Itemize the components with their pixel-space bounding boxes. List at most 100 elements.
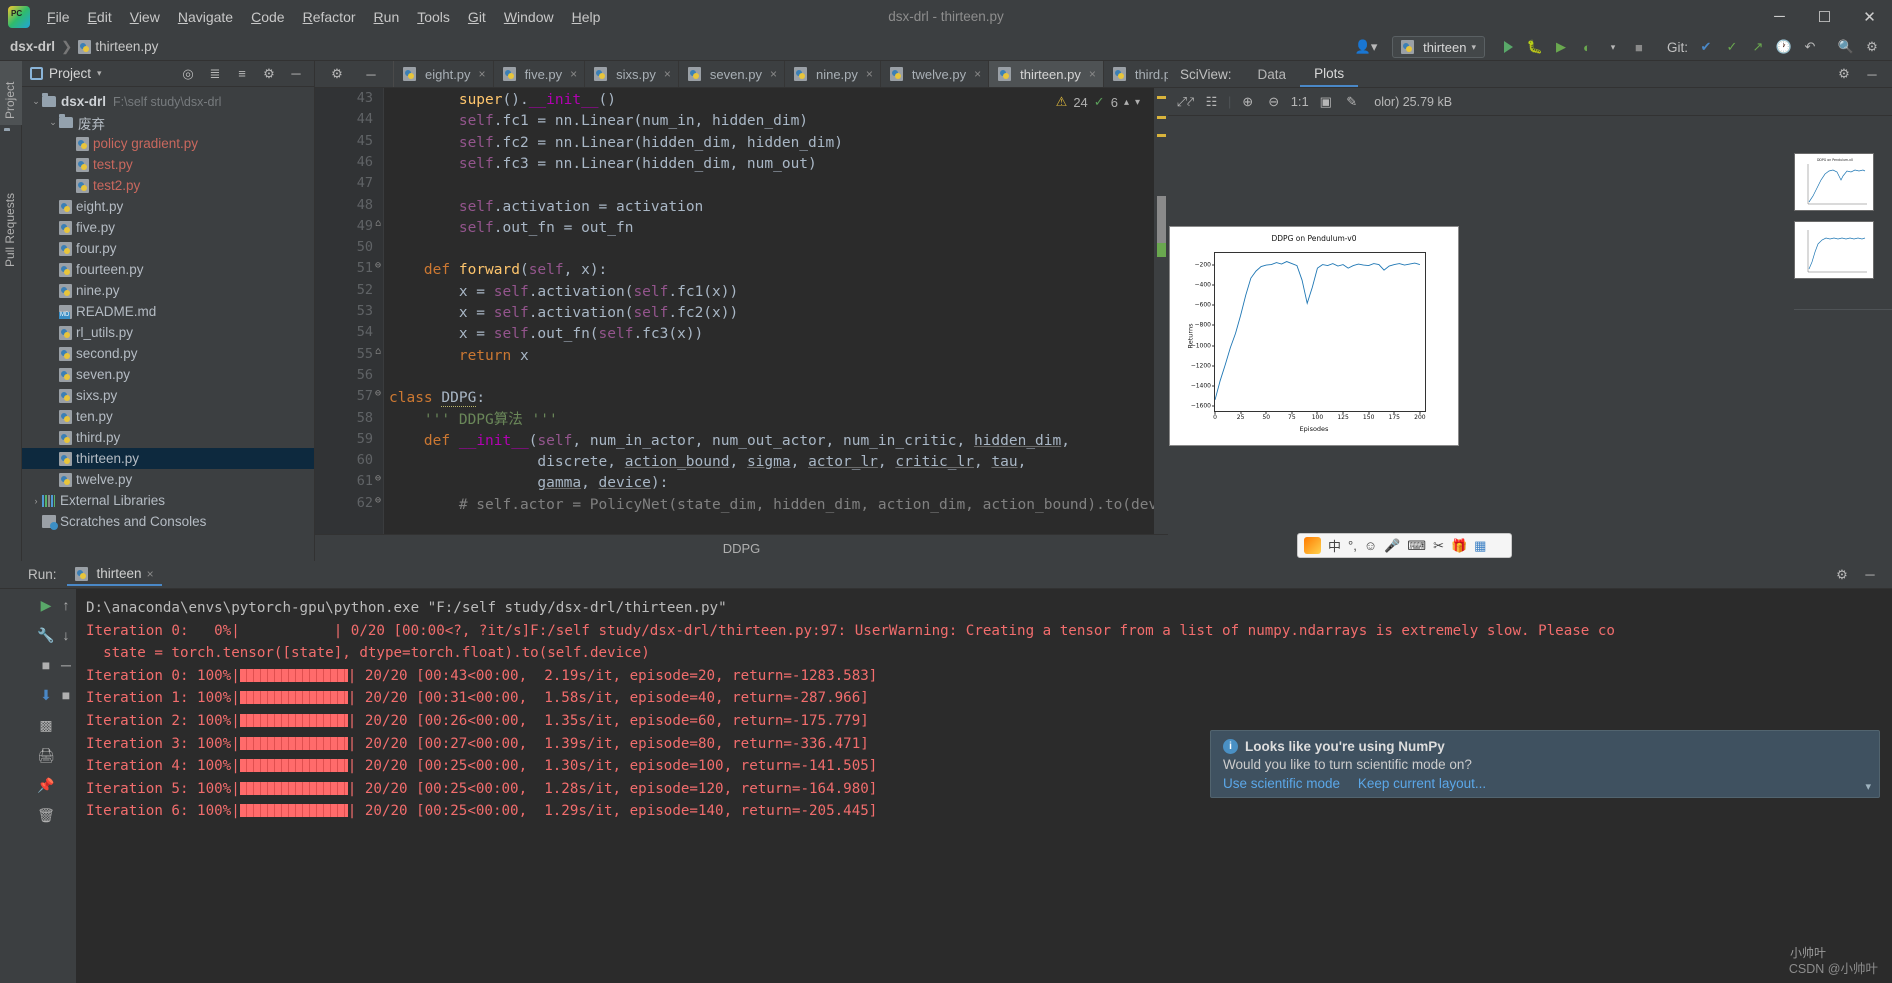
tree-item-nine-py[interactable]: nine.py [22, 280, 314, 301]
down-arrow-icon[interactable]: ↓ [56, 621, 76, 649]
menu-window[interactable]: Window [495, 5, 563, 29]
tab-data[interactable]: Data [1244, 63, 1301, 86]
tree-item-five-py[interactable]: five.py [22, 217, 314, 238]
chevron-down-icon[interactable]: ▾ [1865, 780, 1871, 793]
tree-item--[interactable]: ⌄ 废弃 [22, 112, 314, 133]
code-line[interactable]: return x [389, 346, 529, 367]
punctuation-icon[interactable]: °, [1348, 538, 1357, 553]
editor-body[interactable]: 43 44 45 46 47 48 49 ⌂ 50 51 ⊖ 52 53 54 55 ⌂ 56 57 ⊖ 58 59 60… [315, 88, 1168, 543]
plot-thumbnail-2[interactable]: × [1794, 221, 1874, 279]
profile-icon[interactable]: ◐ [1575, 35, 1599, 59]
zoom-out-icon[interactable]: ⊖ [1264, 92, 1283, 111]
code-line[interactable]: x = self.activation(self.fc2(x)) [389, 303, 738, 324]
tree-item-policy-gradient-py[interactable]: policy gradient.py [22, 133, 314, 154]
close-button[interactable]: ✕ [1847, 0, 1892, 33]
colorpicker-icon[interactable]: ✎ [1342, 92, 1361, 111]
hide-icon[interactable]: ─ [1860, 62, 1884, 86]
code-line[interactable]: def forward(self, x): [389, 260, 607, 281]
tree-item-second-py[interactable]: second.py [22, 343, 314, 364]
menu-help[interactable]: Help [563, 5, 610, 29]
inspection-status[interactable]: ⚠ 24 ✓ 6 ▴ ▾ [1049, 92, 1146, 112]
tree-item-eight-py[interactable]: eight.py [22, 196, 314, 217]
chevron-down-icon[interactable]: ▾ [1135, 97, 1140, 108]
close-icon[interactable]: × [866, 67, 873, 81]
code-fold-icon[interactable]: ⊖ [375, 495, 381, 506]
grid-icon[interactable]: ☷ [1202, 92, 1221, 111]
tree-item-dsx-drl[interactable]: ⌄ dsx-drl F:\self study\dsx-drl [22, 91, 314, 112]
menu-edit[interactable]: Edit [79, 5, 121, 29]
fit-icon[interactable]: ⤢⤤ [1176, 92, 1195, 111]
chevron-icon[interactable]: ⌄ [30, 96, 42, 107]
chevron-icon[interactable]: ⌄ [47, 117, 59, 128]
chevron-down-icon[interactable]: ▾ [97, 68, 102, 79]
editor-tab-sixs-py[interactable]: sixs.py × [585, 61, 679, 87]
code-line[interactable]: # self.actor = PolicyNet(state_dim, hidd… [389, 495, 1168, 516]
collapse-icon[interactable]: ■ [56, 681, 76, 709]
tab-plots[interactable]: Plots [1300, 62, 1359, 87]
editor-tab-third-py[interactable]: third.py× [1104, 61, 1168, 87]
menu-git[interactable]: Git [459, 5, 495, 29]
git-history-icon[interactable]: 🕐 [1772, 35, 1796, 59]
run-dropdown-icon[interactable]: ▾ [1601, 35, 1625, 59]
hide-icon[interactable]: ─ [284, 62, 308, 86]
fullscreen-icon[interactable]: ▣ [1316, 92, 1335, 111]
tree-item-rl-utils-py[interactable]: rl_utils.py [22, 322, 314, 343]
stop-icon[interactable]: ■ [1627, 35, 1651, 59]
settings-icon[interactable]: ⚙ [1832, 62, 1856, 86]
code-line[interactable]: def __init__(self, num_in_actor, num_out… [389, 431, 1070, 452]
code-line[interactable]: self.fc1 = nn.Linear(num_in, hidden_dim) [389, 111, 808, 132]
tree-item-sixs-py[interactable]: sixs.py [22, 385, 314, 406]
menu-icon[interactable]: ▦ [1474, 538, 1486, 554]
code-line[interactable]: self.fc2 = nn.Linear(hidden_dim, hidden_… [389, 133, 843, 154]
code-line[interactable]: self.out_fn = out_fn [389, 218, 634, 239]
search-icon[interactable]: 🔍 [1834, 35, 1858, 59]
editor-tab-seven-py[interactable]: seven.py × [679, 61, 785, 87]
git-commit-icon[interactable]: ✓ [1720, 35, 1744, 59]
menu-code[interactable]: Code [242, 5, 293, 29]
menu-refactor[interactable]: Refactor [294, 5, 365, 29]
tree-item-twelve-py[interactable]: twelve.py [22, 469, 314, 490]
coverage-icon[interactable]: ▶ [1549, 35, 1573, 59]
code-line[interactable]: self.activation = activation [389, 197, 703, 218]
menu-run[interactable]: Run [365, 5, 409, 29]
code-line[interactable]: self.fc3 = nn.Linear(hidden_dim, num_out… [389, 154, 817, 175]
tree-item-test-py[interactable]: test.py [22, 154, 314, 175]
actual-size-label[interactable]: 1:1 [1290, 92, 1309, 111]
settings-icon[interactable]: ⚙ [325, 62, 349, 86]
editor-tab-five-py[interactable]: five.py × [494, 61, 586, 87]
expand-all-icon[interactable]: ≣ [203, 62, 227, 86]
minimize-button[interactable]: ─ [1757, 0, 1802, 33]
editor-inspection-scrollbar[interactable] [1154, 88, 1168, 543]
close-icon[interactable]: × [1089, 67, 1096, 81]
editor-breadcrumb[interactable]: DDPG [315, 534, 1168, 561]
tree-item-four-py[interactable]: four.py [22, 238, 314, 259]
git-rollback-icon[interactable]: ↶ [1798, 35, 1822, 59]
tree-item-external-libraries[interactable]: › External Libraries [22, 490, 314, 511]
project-file-tree[interactable]: ⌄ dsx-drl F:\self study\dsx-drl ⌄ 废弃 policy g… [22, 87, 314, 557]
debug-icon[interactable]: 🐛 [1523, 35, 1547, 59]
code-line[interactable]: gamma, device): [389, 473, 668, 494]
up-arrow-icon[interactable]: ↑ [56, 591, 76, 619]
tree-item-scratches-and-consoles[interactable]: Scratches and Consoles [22, 511, 314, 532]
close-icon[interactable]: × [479, 67, 486, 81]
git-update-icon[interactable]: ✔ [1694, 35, 1718, 59]
matplotlib-plot-window[interactable]: DDPG on Pendulum-v0 Returns Episodes −20… [1169, 226, 1459, 446]
tree-item-fourteen-py[interactable]: fourteen.py [22, 259, 314, 280]
maximize-button[interactable]: ☐ [1802, 0, 1847, 33]
sidebar-item-project[interactable]: Project [0, 61, 22, 125]
code-line[interactable]: super().__init__() [389, 90, 616, 111]
code-fold-icon[interactable]: ⊖ [375, 473, 381, 484]
tree-item-test2-py[interactable]: test2.py [22, 175, 314, 196]
collapse-all-icon[interactable]: ≡ [230, 62, 254, 86]
run-tab-thirteen[interactable]: thirteen × [66, 563, 162, 586]
chevron-up-icon[interactable]: ▴ [1124, 97, 1129, 108]
code-line[interactable]: x = self.activation(self.fc1(x)) [389, 282, 738, 303]
close-icon[interactable]: × [664, 67, 671, 81]
editor-code-area[interactable]: super().__init__() self.fc1 = nn.Linear(… [383, 88, 1168, 543]
code-fold-icon[interactable]: ⌂ [375, 218, 381, 229]
tree-item-ten-py[interactable]: ten.py [22, 406, 314, 427]
code-line[interactable]: ''' DDPG算法 ''' [389, 410, 558, 431]
ime-toolbar[interactable]: 中 °, ☺ 🎤 ⌨ ✂ 🎁 ▦ [1297, 533, 1512, 558]
code-fold-icon[interactable]: ⊖ [375, 260, 381, 271]
menu-file[interactable]: File [38, 5, 79, 29]
